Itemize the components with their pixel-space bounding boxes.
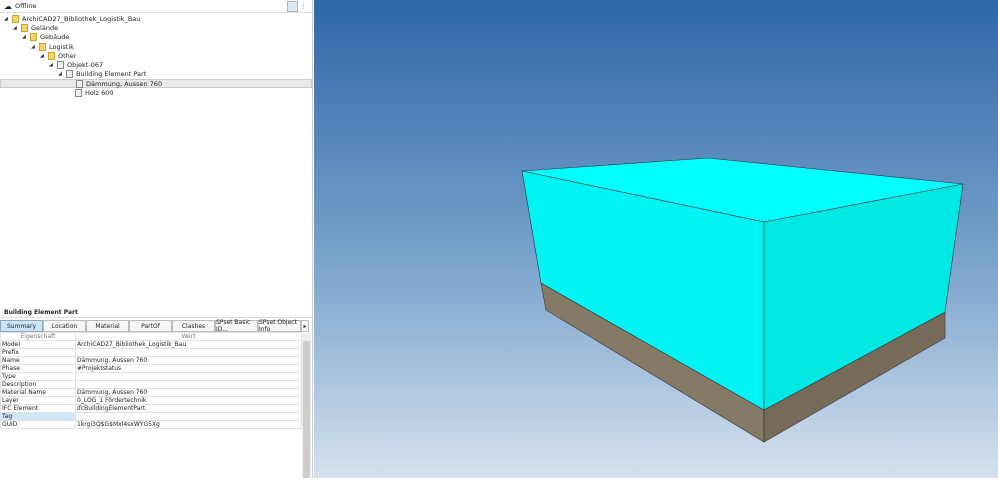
properties-scrollbar[interactable] (302, 333, 311, 478)
table-row[interactable]: GUID 1krgi3Q$G$Mxl4sxWYG5Xg (0, 420, 302, 429)
tree-item[interactable]: ◢ ArchiCAD27_Bibliothek_Logistik_Bau (0, 14, 312, 23)
property-value (75, 412, 302, 421)
property-name: Name (0, 356, 76, 365)
expand-icon[interactable]: ◢ (49, 62, 55, 68)
property-value: 1krgi3Q$G$Mxl4sxWYG5Xg (75, 420, 302, 429)
table-row[interactable]: Prefix (0, 348, 302, 357)
table-row[interactable]: Phase #Projektstatus (0, 364, 302, 373)
property-value (75, 348, 302, 357)
tabs-more-button[interactable]: ▸ (301, 320, 309, 332)
tree-item-label: Gebäude (40, 33, 70, 42)
expand-icon[interactable]: ◢ (13, 25, 19, 31)
model-tree: ◢ ArchiCAD27_Bibliothek_Logistik_Bau ◢ Gelä… (0, 13, 312, 98)
tree-item-label: Objekt-067 (67, 61, 104, 70)
element-icon (12, 14, 19, 23)
table-row[interactable]: Layer 0_LOG_1 Fördertechnik (0, 396, 302, 405)
properties-panel: Building Element Part Summary Location Mat… (0, 308, 313, 429)
tree-item-label: Holz 600 (85, 89, 114, 98)
left-panel: ☁ Offline ⋮ ◢ ArchiCAD27_Bibliothek_Logis… (0, 0, 313, 478)
property-name: Type (0, 372, 76, 381)
table-row[interactable]: Name Dämmung, Aussen 760 (0, 356, 302, 365)
col-wert: Wert (75, 332, 302, 341)
property-name: IFC Element (0, 404, 76, 413)
table-row[interactable]: Description (0, 380, 302, 389)
property-value: #Projektstatus (75, 364, 302, 373)
list-view-button[interactable]: ⋮ (299, 1, 310, 12)
tab-partof[interactable]: PartOf (129, 320, 172, 332)
property-name: Model (0, 340, 76, 349)
table-row[interactable]: Material Name Dämmung, Aussen 760 (0, 388, 302, 397)
property-name: Tag (0, 412, 76, 421)
table-row[interactable]: IFC Element IfcBuildingElementPart (0, 404, 302, 413)
expand-icon[interactable]: ◢ (4, 16, 10, 22)
element-icon (48, 51, 55, 60)
tree-item[interactable]: ◢ Gebäude (0, 33, 312, 42)
cloud-icon: ☁ (4, 1, 12, 11)
element-icon (21, 23, 28, 32)
property-name: Layer (0, 396, 76, 405)
table-row[interactable]: Tag (0, 412, 302, 421)
element-icon (39, 42, 46, 51)
property-value (75, 380, 302, 389)
element-icon (57, 61, 64, 70)
tree-item-label: Gelände (31, 23, 59, 32)
property-name: Material Name (0, 388, 76, 397)
expand-icon[interactable]: ◢ (22, 34, 28, 40)
tree-item[interactable]: Holz 600 (0, 88, 312, 98)
tree-item-label: Dämmung, Aussen 760 (86, 79, 163, 88)
property-value: IfcBuildingElementPart (75, 404, 302, 413)
property-value: 0_LOG_1 Fördertechnik (75, 396, 302, 405)
status-bar: ☁ Offline ⋮ (0, 0, 312, 13)
property-value: Dämmung, Aussen 760 (75, 388, 302, 397)
tab-clashes[interactable]: Clashes (172, 320, 215, 332)
tree-view-button[interactable] (287, 1, 298, 12)
tab-material[interactable]: Material (86, 320, 129, 332)
col-eigenschaft: Eigenschaft (0, 332, 76, 341)
tab-spset-object-info[interactable]: SPset Object Info (258, 319, 301, 333)
tree-item[interactable]: ◢ Logistik (0, 42, 312, 51)
property-name: GUID (0, 420, 76, 429)
tree-item[interactable]: ◢ Gelände (0, 23, 312, 32)
expand-icon[interactable]: ◢ (31, 44, 37, 50)
tab-summary[interactable]: Summary (0, 320, 43, 332)
property-name: Description (0, 380, 76, 389)
element-icon (75, 89, 82, 98)
tab-location[interactable]: Location (43, 320, 86, 332)
table-row[interactable]: Model ArchiCAD27_Bibliothek_Logistik_Bau (0, 340, 302, 349)
properties-table: Eigenschaft Wert Model ArchiCAD27_Biblioth… (0, 332, 302, 429)
tree-item[interactable]: Dämmung, Aussen 760 (0, 79, 312, 89)
property-value: ArchiCAD27_Bibliothek_Logistik_Bau (75, 340, 302, 349)
tree-item[interactable]: ◢ Building Element Part (0, 70, 312, 79)
tree-item-label: ArchiCAD27_Bibliothek_Logistik_Bau (22, 14, 141, 23)
tree-item[interactable]: ◢ Other (0, 51, 312, 60)
tree-item-label: Building Element Part (76, 70, 147, 79)
element-icon (30, 33, 37, 42)
property-value: Dämmung, Aussen 760 (75, 356, 302, 365)
properties-tabs: Summary Location Material PartOf Clashes SPse… (0, 319, 313, 333)
element-icon (66, 70, 73, 79)
expand-icon[interactable]: ◢ (40, 53, 46, 59)
element-icon (76, 79, 83, 88)
tree-item-label: Logistik (49, 42, 74, 51)
tab-spset-basic-id-[interactable]: SPset Basic ID... (215, 319, 258, 333)
properties-title: Building Element Part (0, 308, 313, 318)
tree-item[interactable]: ◢ Objekt-067 (0, 60, 312, 70)
property-name: Phase (0, 364, 76, 373)
property-value (75, 372, 302, 381)
property-name: Prefix (0, 348, 76, 357)
status-label: Offline (15, 2, 37, 10)
expand-icon[interactable]: ◢ (58, 71, 64, 77)
table-row[interactable]: Type (0, 372, 302, 381)
tree-item-label: Other (58, 51, 77, 60)
3d-viewport[interactable] (314, 0, 998, 478)
